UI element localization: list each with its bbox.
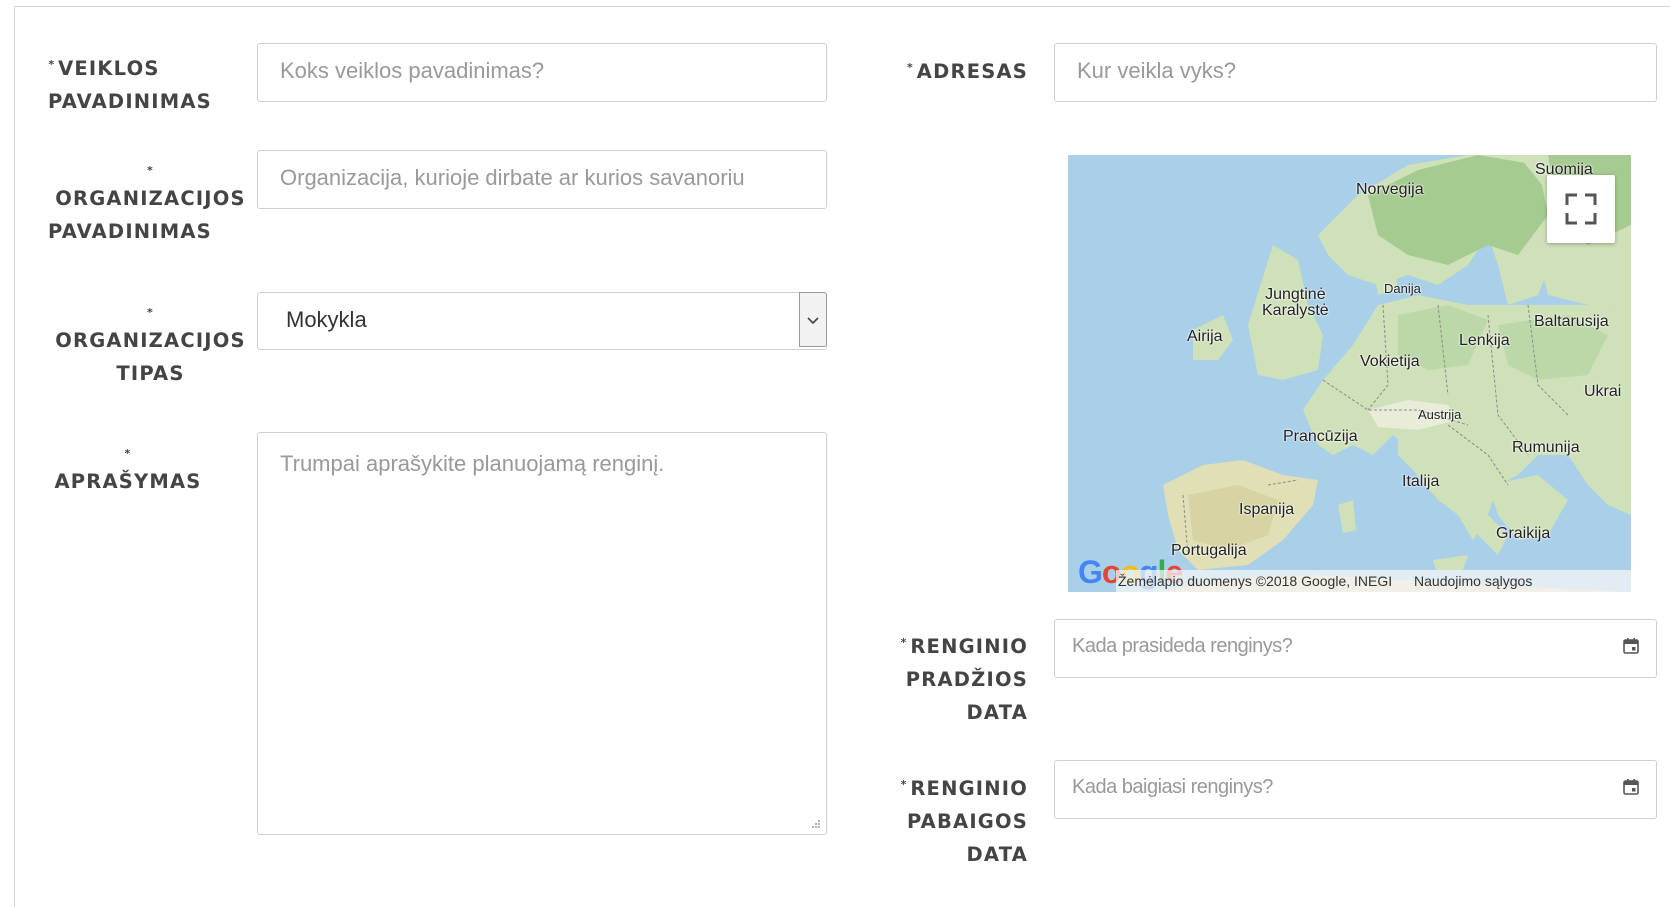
map-label-portugalija: Portugalija [1171,542,1247,559]
description-textarea[interactable]: Trumpai aprašykite planuojamą renginį. [257,432,827,835]
map-widget[interactable]: Suomija Norvegija Danija Jungtinė Karalys… [1068,155,1631,592]
calendar-icon[interactable] [1622,778,1640,796]
address-label: * ADRESAS [907,60,1028,83]
start-date-placeholder: Kada prasideda renginys? [1072,635,1293,657]
fullscreen-icon [1565,193,1597,225]
map-label-vokietija: Vokietija [1360,353,1420,370]
description-label: * APRAŠYMAS [54,447,202,493]
address-input[interactable]: Kur veikla vyks? [1054,43,1657,102]
activity-name-placeholder: Koks veiklos pavadinimas? [280,58,545,83]
map-attribution: Žemėlapio duomenys ©2018 Google, INEGI [1118,573,1393,589]
end-date-input[interactable]: Kada baigiasi renginys? [1054,760,1657,819]
map-label-uk: Jungtinė Karalystė [1262,286,1329,319]
calendar-icon[interactable] [1622,637,1640,655]
map-label-austrija: Austrija [1418,407,1462,422]
map-label-italija: Italija [1402,473,1440,490]
map-label-rumunija: Rumunija [1512,439,1580,456]
map-label-prancuzija: Prancūzija [1283,428,1358,445]
address-placeholder: Kur veikla vyks? [1077,58,1236,83]
map-attribution-bar: Žemėlapio duomenys ©2018 Google, INEGI N… [1116,570,1631,592]
org-type-select[interactable]: Mokykla [257,292,827,350]
map-label-graikija: Graikija [1496,525,1551,542]
fullscreen-button[interactable] [1547,175,1615,243]
org-name-placeholder: Organizacija, kurioje dirbate ar kurios … [280,165,745,190]
end-date-label: * RENGINIO PABAIGOS DATA [900,777,1028,866]
start-date-label: * RENGINIO PRADŽIOS DATA [900,635,1028,724]
resize-handle-icon[interactable] [809,817,821,829]
end-date-placeholder: Kada baigiasi renginys? [1072,776,1273,798]
activity-name-label: * VEIKLOS PAVADINIMAS [48,57,212,113]
description-placeholder: Trumpai aprašykite planuojamą renginį. [280,451,665,476]
map-label-ukraina: Ukrai [1584,383,1622,400]
map-label-norvegija: Norvegija [1356,181,1424,198]
org-type-label: * ORGANIZACIJOS TIPAS [55,306,246,385]
map-terms-link[interactable]: Naudojimo sąlygos [1414,573,1532,589]
chevron-down-icon[interactable] [799,292,827,347]
activity-name-input[interactable]: Koks veiklos pavadinimas? [257,43,827,102]
map-label-danija: Danija [1384,281,1421,296]
org-name-input[interactable]: Organizacija, kurioje dirbate ar kurios … [257,150,827,209]
map-label-baltarusija: Baltarusija [1534,313,1609,330]
map-label-lenkija: Lenkija [1459,332,1510,349]
start-date-input[interactable]: Kada prasideda renginys? [1054,619,1657,678]
map-label-airija: Airija [1187,328,1223,345]
org-type-selected-value: Mokykla [286,307,367,332]
org-name-label: * ORGANIZACIJOS PAVADINIMAS [48,164,246,243]
map-label-ispanija: Ispanija [1239,501,1295,518]
